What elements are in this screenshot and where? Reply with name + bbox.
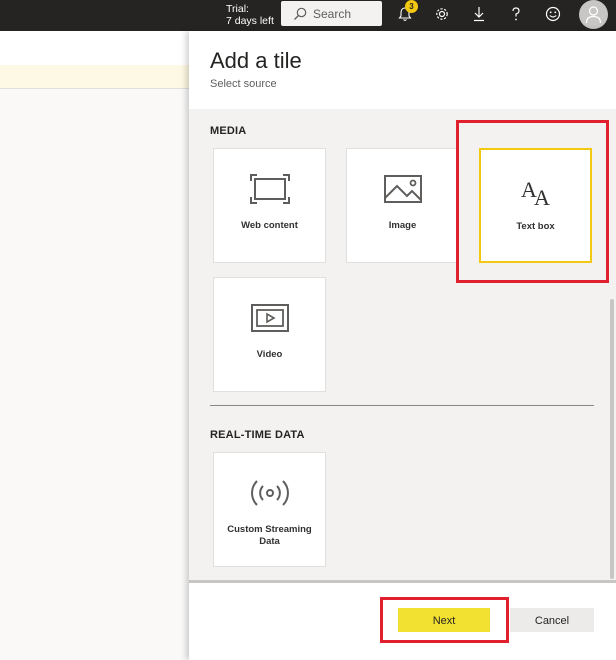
- smiley-icon: [545, 6, 561, 22]
- help-icon: [512, 7, 520, 21]
- image-icon: [347, 174, 458, 210]
- web-content-icon: [214, 174, 325, 210]
- tile-video[interactable]: Video: [213, 277, 326, 392]
- panel-title: Add a tile: [210, 48, 302, 73]
- trial-status[interactable]: Trial: 7 days left: [226, 3, 274, 27]
- section-divider: [210, 405, 594, 406]
- tile-image[interactable]: Image: [346, 148, 459, 263]
- tile-label: Custom Streaming Data: [227, 524, 312, 547]
- tile-label: Video: [256, 349, 283, 360]
- search-box[interactable]: Search: [281, 1, 382, 26]
- scrollbar-thumb[interactable]: [610, 299, 614, 579]
- help-button[interactable]: [504, 3, 528, 25]
- video-icon: [214, 303, 325, 339]
- section-real-time-heading: REAL-TIME DATA: [210, 429, 305, 441]
- tile-custom-streaming-data[interactable]: Custom Streaming Data: [213, 452, 326, 567]
- cancel-button[interactable]: Cancel: [510, 608, 594, 632]
- tile-label: Image: [388, 220, 417, 231]
- panel-subtitle: Select source: [210, 78, 277, 90]
- background-canvas: [0, 89, 189, 660]
- account-avatar[interactable]: [579, 0, 608, 29]
- user-icon: [585, 6, 602, 24]
- highlight-text-box: [456, 120, 609, 283]
- search-placeholder: Search: [313, 7, 352, 21]
- settings-button[interactable]: [430, 3, 454, 25]
- download-icon: [474, 7, 484, 22]
- streaming-icon: [214, 478, 325, 514]
- tile-label: Web content: [241, 220, 298, 231]
- trial-days-left: 7 days left: [226, 15, 274, 27]
- feedback-button[interactable]: [541, 3, 565, 25]
- highlight-next-button: [380, 597, 509, 643]
- download-button[interactable]: [467, 3, 491, 25]
- top-bar: Trial: 7 days left Search 3: [0, 0, 616, 31]
- tile-web-content[interactable]: Web content: [213, 148, 326, 263]
- content-bottom-border: [189, 580, 616, 583]
- background-banner: [0, 65, 189, 88]
- trial-label: Trial:: [226, 3, 249, 15]
- search-icon: [294, 7, 307, 20]
- section-media-heading: MEDIA: [210, 125, 247, 137]
- gear-icon: [436, 8, 448, 20]
- notification-count-badge: 3: [405, 0, 418, 13]
